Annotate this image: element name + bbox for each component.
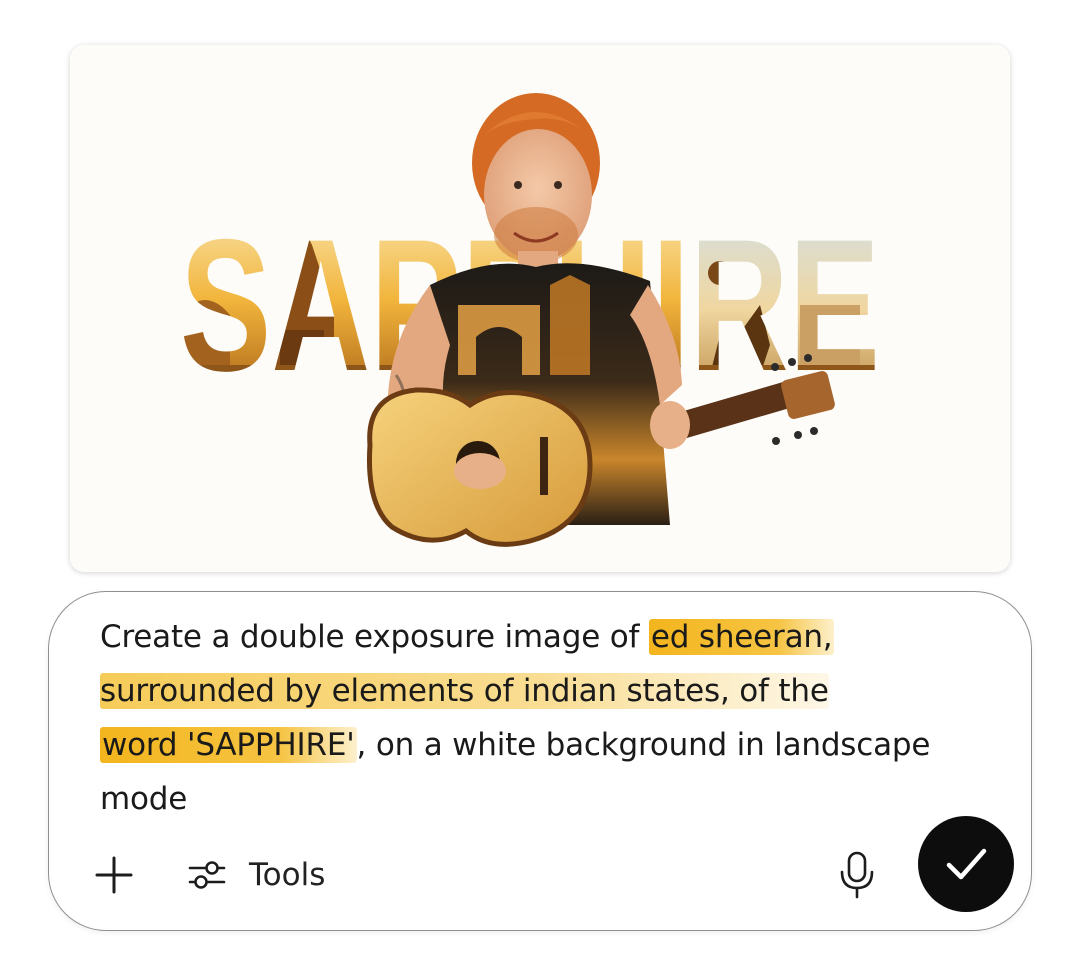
prompt-highlight-1: ed sheeran, [648,619,835,655]
add-attachment-button[interactable] [93,854,135,896]
sliders-icon [188,861,226,889]
submit-button[interactable] [918,816,1014,912]
prompt-composer[interactable]: Create a double exposure image of ed she… [48,591,1032,931]
generated-image: SAPPHIRE [70,45,1010,572]
voice-input-button[interactable] [837,850,877,900]
prompt-highlight-2: surrounded by elements of indian states,… [100,673,829,709]
tools-button[interactable]: Tools [187,850,325,900]
app-screen: SAPPHIRE [0,0,1080,977]
prompt-text-plain-1: Create a double exposure image of [100,619,649,655]
prompt-text[interactable]: Create a double exposure image of ed she… [100,610,960,826]
prompt-highlight-3: word 'SAPPHIRE' [100,727,357,763]
composer-toolbar: Tools [49,820,1031,930]
generated-image-card[interactable]: SAPPHIRE [70,45,1010,572]
checkmark-icon [946,848,987,880]
plus-icon [95,856,133,894]
tools-label: Tools [249,857,326,893]
microphone-icon [840,851,874,899]
